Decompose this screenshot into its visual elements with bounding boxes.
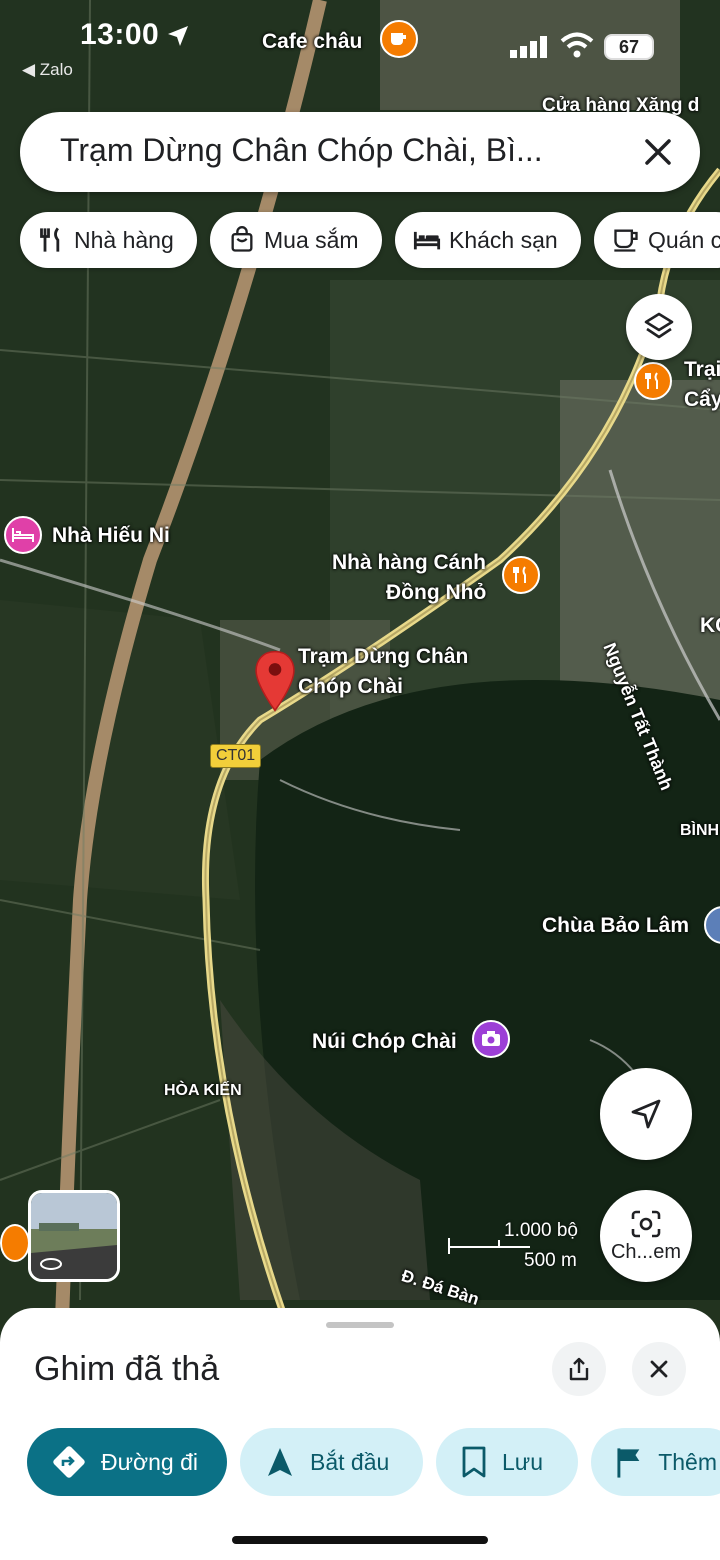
road-shield-ct01: CT01 [210,744,262,768]
start-button[interactable]: Bắt đầu [240,1428,423,1496]
map-label-pin-line1[interactable]: Trạm Dừng Chân [298,645,468,669]
place-bottom-sheet[interactable]: Ghim đã thả Đường đi Bắt đầu Lưu Thêm [0,1308,720,1560]
save-button[interactable]: Lưu [436,1428,578,1496]
more-button[interactable]: Thêm [591,1428,720,1496]
scale-label-meters: 500 m [524,1250,577,1271]
save-label: Lưu [502,1448,543,1475]
bookmark-icon [462,1446,486,1478]
chip-label: Nhà hàng [74,226,174,253]
back-to-app-link[interactable]: ◀ Zalo [22,60,73,80]
directions-button[interactable]: Đường đi [27,1428,227,1496]
location-arrow-icon [168,26,188,46]
restaurant-poi-icon[interactable] [0,1224,30,1262]
scale-label-feet: 1.000 bộ [504,1220,578,1241]
directions-icon [53,1446,85,1478]
coffee-cup-icon [614,229,638,252]
search-bar[interactable]: Trạm Dừng Chân Chóp Chài, Bì... [20,112,700,192]
map-label-nha-hieu-ni[interactable]: Nhà Hiếu Ni [52,524,170,548]
wifi-icon [560,32,594,58]
street-view-thumbnail[interactable] [28,1190,120,1282]
category-chips: Nhà hàng Mua sắm Khách sạn Quán c [20,212,720,268]
restaurant-poi-icon[interactable] [634,362,672,400]
map-label-pin-line2[interactable]: Chóp Chài [298,675,403,699]
close-icon[interactable] [638,132,678,172]
cafe-poi-icon[interactable] [380,20,418,58]
map-scale-bar: 1.000 bộ 500 m [448,1220,588,1271]
chip-hotels[interactable]: Khách sạn [395,212,581,268]
camera-lens-icon [631,1210,661,1237]
status-time: 13:00 [80,18,160,51]
chip-label: Quán c [648,226,720,253]
place-title: Ghim đã thả [34,1350,220,1388]
directions-label: Đường đi [101,1448,198,1475]
cellular-signal-icon [510,36,547,58]
share-button[interactable] [552,1342,606,1396]
chip-restaurants[interactable]: Nhà hàng [20,212,197,268]
restaurant-poi-icon[interactable] [502,556,540,594]
shopping-bag-icon [231,226,253,252]
close-sheet-button[interactable] [632,1342,686,1396]
map-label-restaurant-line2[interactable]: Đồng Nhỏ [386,581,486,605]
start-label: Bắt đầu [310,1448,390,1475]
map-label-chua-bao-lam[interactable]: Chùa Bảo Lâm [542,914,689,938]
chip-shopping[interactable]: Mua sắm [210,212,382,268]
rotate-360-icon [40,1258,62,1270]
bed-icon [413,231,441,250]
lens-search-button[interactable]: Ch...em [600,1190,692,1282]
map-label-binh[interactable]: BÌNH [680,822,719,840]
map-label-cafe[interactable]: Cafe châu [262,30,362,54]
map-label-cay[interactable]: Cẩy [684,388,720,412]
lens-label: Ch...em [610,1240,682,1263]
camera-poi-icon[interactable] [472,1020,510,1058]
home-indicator[interactable] [232,1536,488,1544]
navigation-arrow-icon [631,1099,661,1129]
more-label: Thêm [658,1448,717,1475]
sheet-drag-handle[interactable] [326,1322,394,1328]
my-location-button[interactable] [600,1068,692,1160]
google-maps-screen: 13:00 ◀ Zalo 67 Cafe châu Cửa hàng Xăng … [0,0,720,1560]
share-icon [569,1357,589,1381]
map-label-hoa-kien[interactable]: HÒA KIẾN [164,1082,242,1100]
dropped-pin-icon[interactable] [254,648,296,714]
flag-icon [617,1448,640,1478]
navigate-icon [268,1448,292,1476]
map-label-restaurant-line1[interactable]: Nhà hàng Cánh [332,551,486,575]
chip-label: Khách sạn [449,226,558,253]
chip-label: Mua sắm [264,226,359,253]
hotel-poi-icon[interactable] [4,516,42,554]
fork-knife-icon [40,227,60,252]
map-label-kc[interactable]: KC [700,614,720,638]
search-query[interactable]: Trạm Dừng Chân Chóp Chài, Bì... [60,132,543,169]
map-label-nui-chop-chai[interactable]: Núi Chóp Chài [312,1030,457,1054]
layers-icon [644,312,674,339]
battery-indicator: 67 [604,34,654,60]
close-icon [650,1360,668,1378]
chip-cafes[interactable]: Quán c [594,212,720,268]
layers-button[interactable] [626,294,692,360]
map-label-trai[interactable]: Trại [684,358,720,382]
